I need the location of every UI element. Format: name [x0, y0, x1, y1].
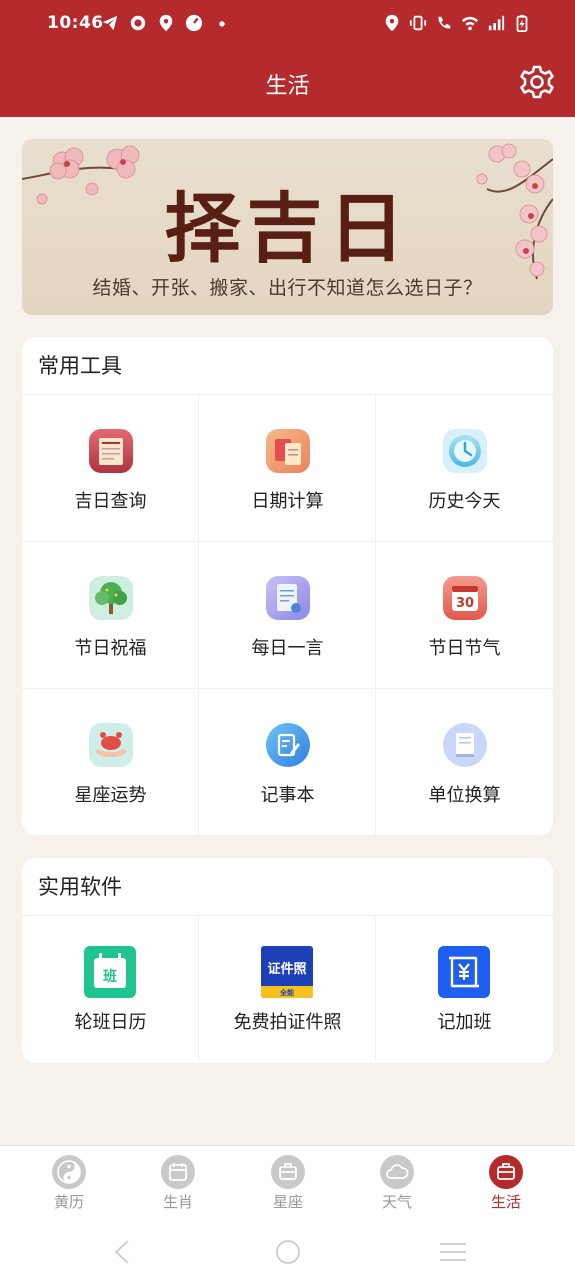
- svg-text:班: 班: [103, 968, 117, 985]
- overtime-app-icon: [438, 946, 490, 998]
- tool-holiday-greetings[interactable]: 节日祝福: [22, 542, 199, 689]
- tool-history-today[interactable]: 历史今天: [376, 395, 553, 542]
- nav-almanac[interactable]: 黄历: [14, 1146, 124, 1226]
- home-icon[interactable]: [275, 1239, 301, 1265]
- system-navigation-bar: [0, 1225, 575, 1280]
- shift-calendar-app-icon: 班: [84, 946, 136, 998]
- recents-menu-icon[interactable]: [439, 1241, 467, 1263]
- tool-daily-quote[interactable]: 每日一言: [199, 542, 376, 689]
- tool-label: 记事本: [260, 785, 315, 806]
- app-label: 免费拍证件照: [233, 1012, 342, 1033]
- almanac-book-icon: [89, 429, 133, 473]
- status-time: 10:46: [47, 13, 104, 33]
- wifi-icon: [461, 16, 479, 31]
- practical-software-card: 实用软件 班 轮班日历 证件照 全能 免费拍证件照 记加班: [22, 858, 553, 1063]
- cloud-icon: [380, 1155, 414, 1189]
- top-app-bar: 10:46 生活: [0, 0, 575, 117]
- calendar-icon: [161, 1155, 195, 1189]
- choose-auspicious-day-banner[interactable]: 择吉日 结婚、开张、搬家、出行不知道怎么选日子？: [22, 139, 553, 315]
- status-right-icons: [383, 14, 531, 32]
- practical-software-title: 实用软件: [22, 858, 553, 916]
- bottom-navigation: 黄历 生肖 星座 天气 生活: [0, 1145, 575, 1225]
- gear-small-icon: [130, 15, 146, 31]
- app-id-photo[interactable]: 证件照 全能 免费拍证件照: [199, 916, 376, 1061]
- nav-zodiac[interactable]: 生肖: [123, 1146, 233, 1226]
- nav-label: 天气: [381, 1193, 412, 1211]
- location-status-icon: [385, 14, 399, 32]
- svg-text:30: 30: [456, 596, 474, 611]
- tool-notebook[interactable]: 记事本: [199, 689, 376, 836]
- tool-label: 吉日查询: [74, 491, 147, 512]
- id-photo-app-icon: 证件照 全能: [261, 946, 313, 998]
- settings-gear-icon[interactable]: [519, 64, 555, 100]
- tool-label: 历史今天: [428, 491, 501, 512]
- page-title: 生活: [265, 74, 310, 99]
- battery-charging-icon: [516, 14, 528, 32]
- common-tools-grid: 吉日查询 日期计算 历史今天 节日祝福 每日一言 30 节日节气 星座运势 记事…: [22, 395, 553, 836]
- tool-label: 每日一言: [251, 638, 324, 659]
- tool-horoscope[interactable]: 星座运势: [22, 689, 199, 836]
- app-label: 轮班日历: [74, 1012, 147, 1033]
- svg-text:全能: 全能: [279, 988, 294, 997]
- vibrate-icon: [409, 15, 427, 31]
- clock-icon: [443, 429, 487, 473]
- app-label: 记加班: [437, 1012, 492, 1033]
- back-icon[interactable]: [110, 1239, 134, 1265]
- tree-icon: [89, 576, 133, 620]
- tool-unit-conversion[interactable]: 单位换算: [376, 689, 553, 836]
- speedometer-icon: [185, 14, 203, 32]
- tool-label: 单位换算: [428, 785, 501, 806]
- tool-label: 节日节气: [428, 638, 501, 659]
- hands-crab-icon: [89, 723, 133, 767]
- tool-auspicious-day[interactable]: 吉日查询: [22, 395, 199, 542]
- date-calculator-icon: [266, 429, 310, 473]
- common-tools-title: 常用工具: [22, 337, 553, 395]
- book-conversion-icon: [443, 723, 487, 767]
- signal-icon: [488, 15, 505, 31]
- common-tools-card: 常用工具 吉日查询 日期计算 历史今天 节日祝福 每日一言 30 节日节气 星座…: [22, 337, 553, 836]
- nav-life[interactable]: 生活: [451, 1146, 561, 1226]
- nav-label: 生活: [490, 1193, 521, 1211]
- briefcase-active-icon: [489, 1155, 523, 1189]
- banner-subtitle: 结婚、开张、搬家、出行不知道怎么选日子？: [92, 277, 483, 299]
- telegram-icon: [102, 15, 118, 31]
- tool-label: 节日祝福: [74, 638, 147, 659]
- dot-icon: [219, 21, 225, 27]
- svg-text:证件照: 证件照: [267, 961, 306, 977]
- tool-date-calc[interactable]: 日期计算: [199, 395, 376, 542]
- nav-weather[interactable]: 天气: [342, 1146, 452, 1226]
- nav-label: 星座: [272, 1193, 303, 1211]
- app-shift-calendar[interactable]: 班 轮班日历: [22, 916, 199, 1061]
- nav-label: 黄历: [53, 1193, 84, 1211]
- status-bar: 10:46: [0, 0, 575, 48]
- tool-label: 星座运势: [74, 785, 147, 806]
- app-overtime[interactable]: 记加班: [376, 916, 553, 1061]
- nav-constellation[interactable]: 星座: [233, 1146, 343, 1226]
- briefcase-icon: [271, 1155, 305, 1189]
- tool-festival-solar-term[interactable]: 30 节日节气: [376, 542, 553, 689]
- wifi-call-icon: [438, 16, 451, 29]
- yin-yang-icon: [52, 1155, 86, 1189]
- practical-software-grid: 班 轮班日历 证件照 全能 免费拍证件照 记加班: [22, 916, 553, 1061]
- location-icon: [159, 14, 173, 32]
- notebook-pen-icon: [266, 723, 310, 767]
- status-left-icons: [101, 14, 231, 32]
- banner-title: 择吉日: [164, 184, 411, 273]
- nav-label: 生肖: [162, 1193, 193, 1211]
- document-icon: [266, 576, 310, 620]
- tool-label: 日期计算: [251, 491, 324, 512]
- calendar-30-icon: 30: [443, 576, 487, 620]
